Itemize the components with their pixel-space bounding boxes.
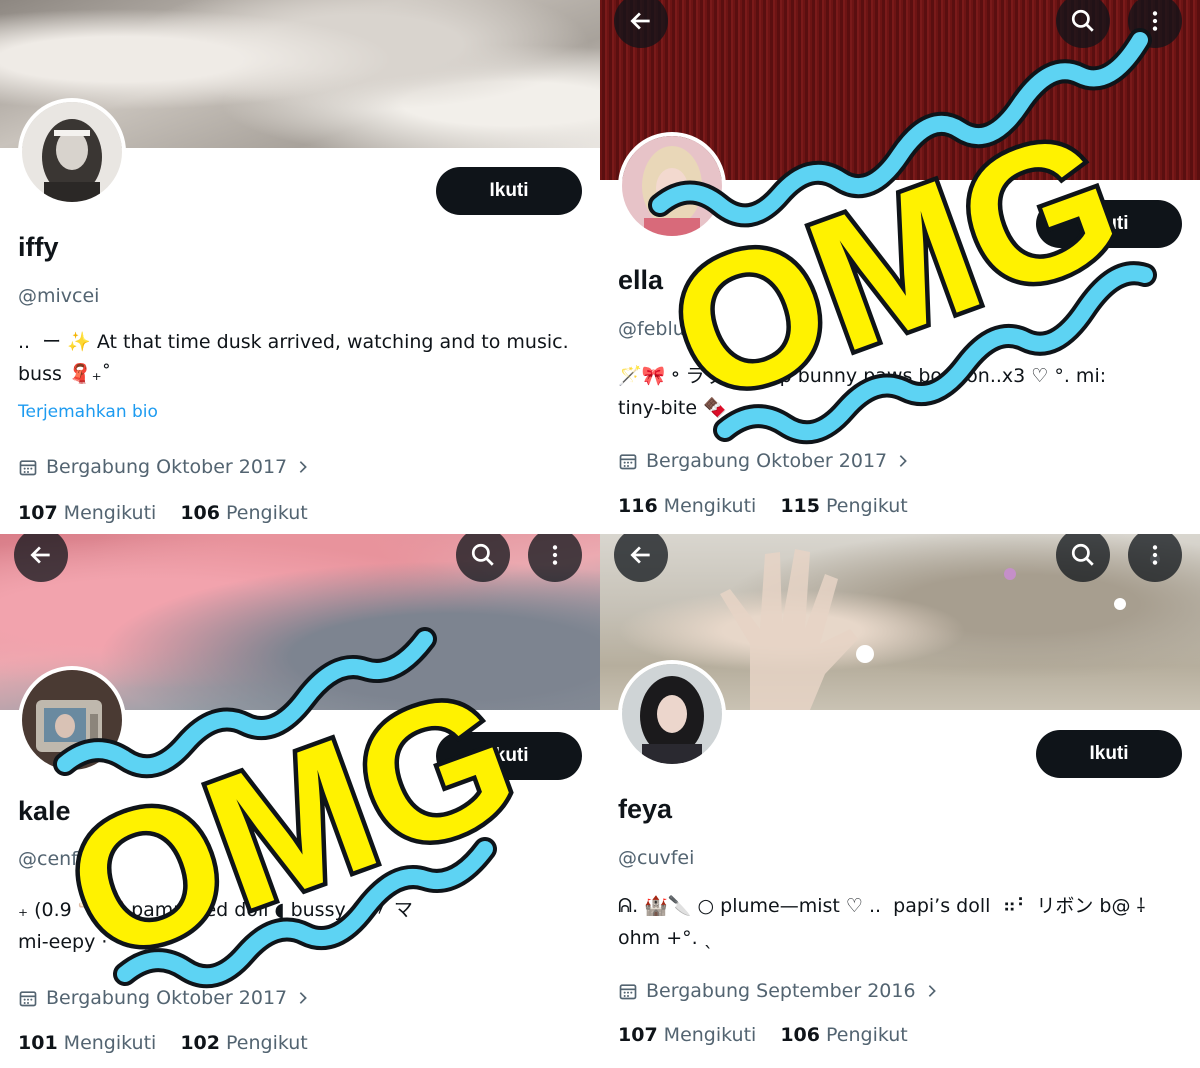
followers-count[interactable]: 106 Pengikut xyxy=(780,1024,907,1046)
display-name: iffy xyxy=(18,232,59,262)
calendar-icon xyxy=(619,984,637,1000)
follow-button[interactable]: Ikuti xyxy=(1036,730,1182,778)
join-date: Bergabung Oktober 2017 xyxy=(18,987,311,1009)
profile-panel-kale: Ikuti kale @cenfu ₊ (0.9 🦴🎀 pampered dol… xyxy=(0,534,600,1068)
avatar[interactable] xyxy=(18,98,126,206)
avatar[interactable] xyxy=(618,660,726,768)
avatar[interactable] xyxy=(18,666,126,774)
following-count[interactable]: 116 Mengikuti xyxy=(618,495,756,517)
calendar-icon xyxy=(619,454,637,470)
search-icon xyxy=(1071,543,1094,566)
search-icon xyxy=(1071,9,1094,32)
translate-bio-link[interactable]: Terjemahkan bio xyxy=(18,402,158,422)
calendar-icon xyxy=(19,460,37,476)
follow-button[interactable]: Ikuti xyxy=(436,732,582,780)
follow-stats: 107 Mengikuti 106 Pengikut xyxy=(618,1024,932,1046)
join-date-text: Bergabung Oktober 2017 xyxy=(46,456,288,478)
username: @cenfu xyxy=(18,848,90,870)
bio: .. ー ✨ At that time dusk arrived, watchi… xyxy=(18,326,578,390)
join-date-text: Bergabung Oktober 2017 xyxy=(46,987,288,1009)
following-count[interactable]: 101 Mengikuti xyxy=(18,1032,156,1054)
follow-button[interactable]: Ikuti xyxy=(1036,200,1182,248)
follow-stats: 101 Mengikuti 102 Pengikut xyxy=(18,1032,332,1054)
bio-line: ᕱ. 🏰🔪 ○ plume—mist ♡ .. papi’s doll ⠶⠃ リ… xyxy=(618,895,1146,917)
more-vertical-icon xyxy=(552,545,558,565)
chevron-right-icon[interactable] xyxy=(295,459,311,475)
followers-count[interactable]: 102 Pengikut xyxy=(180,1032,307,1054)
follow-stats: 116 Mengikuti 115 Pengikut xyxy=(618,495,932,517)
bio-line: buss 🧣₊˚ xyxy=(18,363,112,385)
username: @cuvfei xyxy=(618,847,695,869)
profile-panel-ella: Ikuti ella @febluz 🪄🎀 ॰ ラッキ (nap bunny p… xyxy=(600,0,1200,534)
avatar[interactable] xyxy=(618,132,726,240)
bio-line: ₊ (0.9 🦴🎀 pampered doll ◖ bussy ♡〃 マ xyxy=(18,899,413,921)
bio-line: tiny-bite 🍫 xyxy=(618,397,727,419)
back-arrow-icon xyxy=(630,546,650,564)
calendar-icon xyxy=(19,991,37,1007)
bio: 🪄🎀 ॰ ラッキ (nap bunny paws bonbon..x3 ♡ °.… xyxy=(618,360,1178,424)
bio: ₊ (0.9 🦴🎀 pampered doll ◖ bussy ♡〃 マ mi-… xyxy=(18,894,578,958)
follow-button[interactable]: Ikuti xyxy=(436,167,582,215)
back-arrow-icon xyxy=(30,546,50,564)
following-count[interactable]: 107 Mengikuti xyxy=(18,502,156,524)
bio-line: 🪄🎀 ॰ ラッキ (nap bunny paws bonbon..x3 ♡ °.… xyxy=(618,365,1107,387)
chevron-right-icon[interactable] xyxy=(924,983,940,999)
followers-count[interactable]: 115 Pengikut xyxy=(780,495,907,517)
join-date-text: Bergabung Oktober 2017 xyxy=(646,450,888,472)
profile-panel-iffy: Ikuti iffy @mivcei .. ー ✨ At that time d… xyxy=(0,0,600,534)
join-date-text: Bergabung September 2016 xyxy=(646,980,916,1002)
bio-line: ohm +°. ˎ xyxy=(618,927,714,949)
profile-panel-feya: Ikuti feya @cuvfei ᕱ. 🏰🔪 ○ plume—mist ♡ … xyxy=(600,534,1200,1068)
display-name: feya xyxy=(618,794,673,824)
more-vertical-icon xyxy=(1152,545,1158,565)
bio: ᕱ. 🏰🔪 ○ plume—mist ♡ .. papi’s doll ⠶⠃ リ… xyxy=(618,890,1178,954)
follow-stats: 107 Mengikuti 106 Pengikut xyxy=(18,502,332,524)
username: @febluz xyxy=(618,318,695,340)
username: @mivcei xyxy=(18,285,100,307)
chevron-right-icon[interactable] xyxy=(295,990,311,1006)
bio-line: mi-eepy ⋅˚ xyxy=(18,931,117,953)
join-date: Bergabung September 2016 xyxy=(618,980,940,1002)
following-count[interactable]: 107 Mengikuti xyxy=(618,1024,756,1046)
chevron-right-icon[interactable] xyxy=(895,453,911,469)
join-date: Bergabung Oktober 2017 xyxy=(618,450,911,472)
search-icon xyxy=(471,543,494,566)
more-vertical-icon xyxy=(1152,11,1158,31)
join-date: Bergabung Oktober 2017 xyxy=(18,456,311,478)
back-arrow-icon xyxy=(630,12,650,30)
followers-count[interactable]: 106 Pengikut xyxy=(180,502,307,524)
display-name: ella xyxy=(618,265,664,295)
display-name: kale xyxy=(18,796,71,826)
bio-line: .. ー ✨ At that time dusk arrived, watchi… xyxy=(18,331,569,353)
